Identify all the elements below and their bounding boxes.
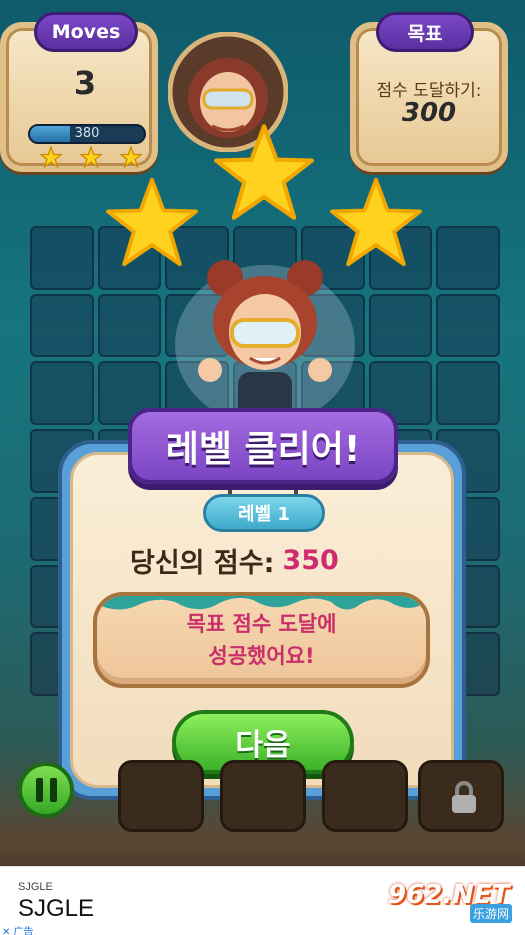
booster-slot[interactable] <box>322 760 408 832</box>
moves-count: 3 <box>73 64 97 102</box>
lock-icon <box>452 781 476 813</box>
board-cell <box>30 293 94 358</box>
moves-label: Moves <box>34 12 138 52</box>
pause-button[interactable] <box>18 762 74 818</box>
board-cell <box>30 226 94 290</box>
message-line-1: 목표 점수 도달에 <box>186 612 337 636</box>
board-cell <box>368 293 433 358</box>
board-cell <box>436 226 500 290</box>
board-cell <box>30 361 94 426</box>
ad-tag[interactable]: ✕ 广告 <box>2 923 34 935</box>
level-badge: 레벨 1 <box>203 494 325 532</box>
locked-booster-slot[interactable] <box>418 760 504 832</box>
goal-value: 300 <box>401 98 457 128</box>
mini-star-icon <box>120 146 142 168</box>
board-cell <box>97 293 162 358</box>
booster-slot[interactable] <box>118 760 204 832</box>
success-message: 목표 점수 도달에 성공했어요! <box>93 592 430 688</box>
booster-slot[interactable] <box>220 760 306 832</box>
final-score: 당신의 점수: 350 <box>130 540 410 580</box>
board-cell <box>436 361 500 426</box>
score-label: 당신의 점수: <box>130 547 275 579</box>
watermark-sub: 乐游网 <box>470 904 513 923</box>
goal-tab: 목표 <box>376 12 474 52</box>
result-star-center <box>214 124 314 220</box>
ad-brand: SJGLE <box>18 895 95 922</box>
level-clear-banner: 레벨 클리어! <box>128 408 398 484</box>
score-progress-text: 380 <box>74 126 100 141</box>
mini-star-icon <box>40 146 62 168</box>
pause-icon <box>49 778 57 802</box>
message-line-2: 성공했어요! <box>208 644 315 668</box>
ad-brand-small: SJGLE <box>18 881 53 893</box>
pause-icon <box>35 778 43 802</box>
result-star-left <box>105 177 198 267</box>
mini-star-rating <box>40 146 160 170</box>
board-cell <box>436 293 500 358</box>
character-diver-girl <box>175 260 355 425</box>
score-value: 350 <box>282 544 339 576</box>
result-star-right <box>329 177 422 267</box>
mini-star-icon <box>80 146 102 168</box>
